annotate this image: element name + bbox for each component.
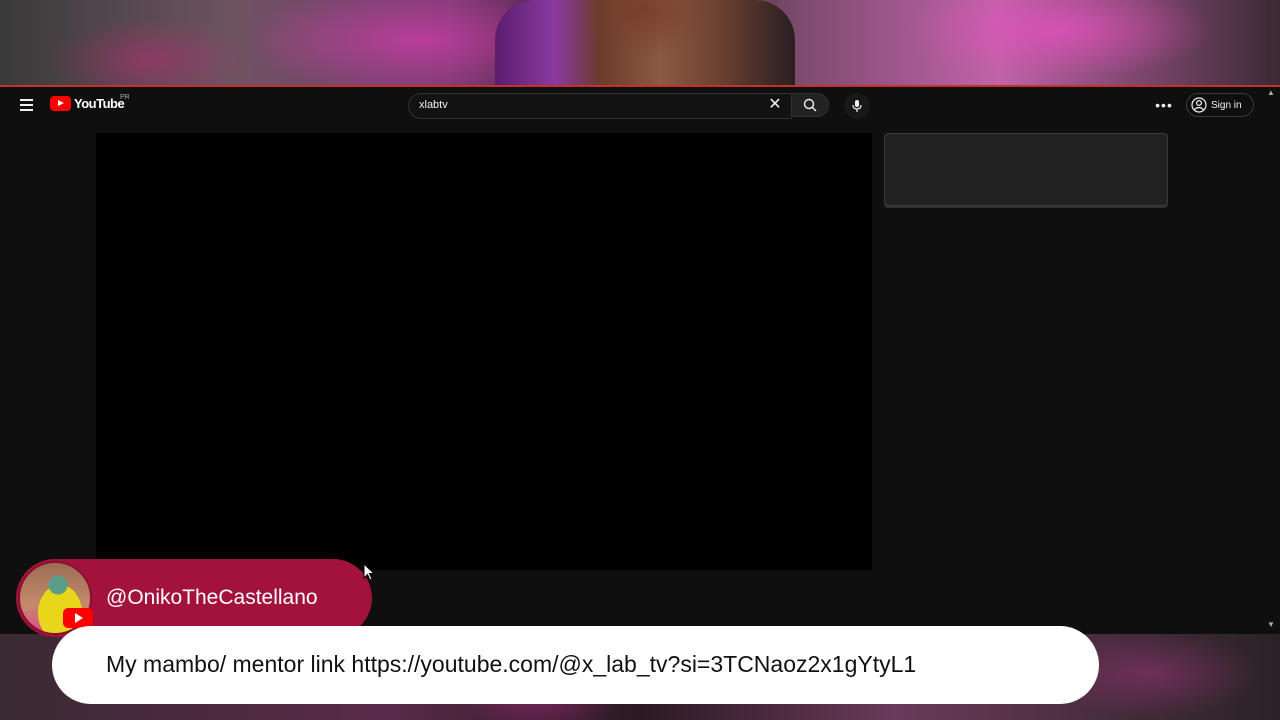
account-icon [1191,97,1207,113]
clear-icon[interactable]: ✕ [766,96,784,114]
youtube-logo-icon [50,96,71,111]
sign-in-button[interactable]: Sign in [1186,93,1254,117]
link-caption-text: My mambo/ mentor link https://youtube.co… [106,651,917,677]
search-input[interactable] [419,99,749,111]
scroll-down-arrow[interactable]: ▼ [1267,620,1275,629]
mic-icon [852,100,862,112]
side-panel-placeholder [884,133,1168,206]
youtube-badge-icon [63,608,93,628]
voice-search-button[interactable] [844,93,870,119]
sign-in-label: Sign in [1211,99,1242,111]
logo-text: YouTube [74,96,125,111]
channel-banner-top [0,0,1280,86]
scroll-up-arrow[interactable]: ▲ [1267,88,1275,97]
menu-icon[interactable] [15,95,37,115]
more-icon[interactable]: ••• [1152,95,1176,115]
search-box[interactable] [408,93,792,119]
mouse-cursor-icon [363,563,375,581]
creator-handle: @OnikoTheCastellano [106,586,318,609]
banner-figure [495,0,795,86]
masthead: YouTube PR ✕ ••• Sign in [0,87,1280,123]
country-code: PR [120,94,130,101]
search-icon [803,98,817,112]
youtube-logo[interactable]: YouTube [50,96,125,111]
search-button[interactable] [791,93,829,117]
video-player[interactable] [96,133,872,570]
